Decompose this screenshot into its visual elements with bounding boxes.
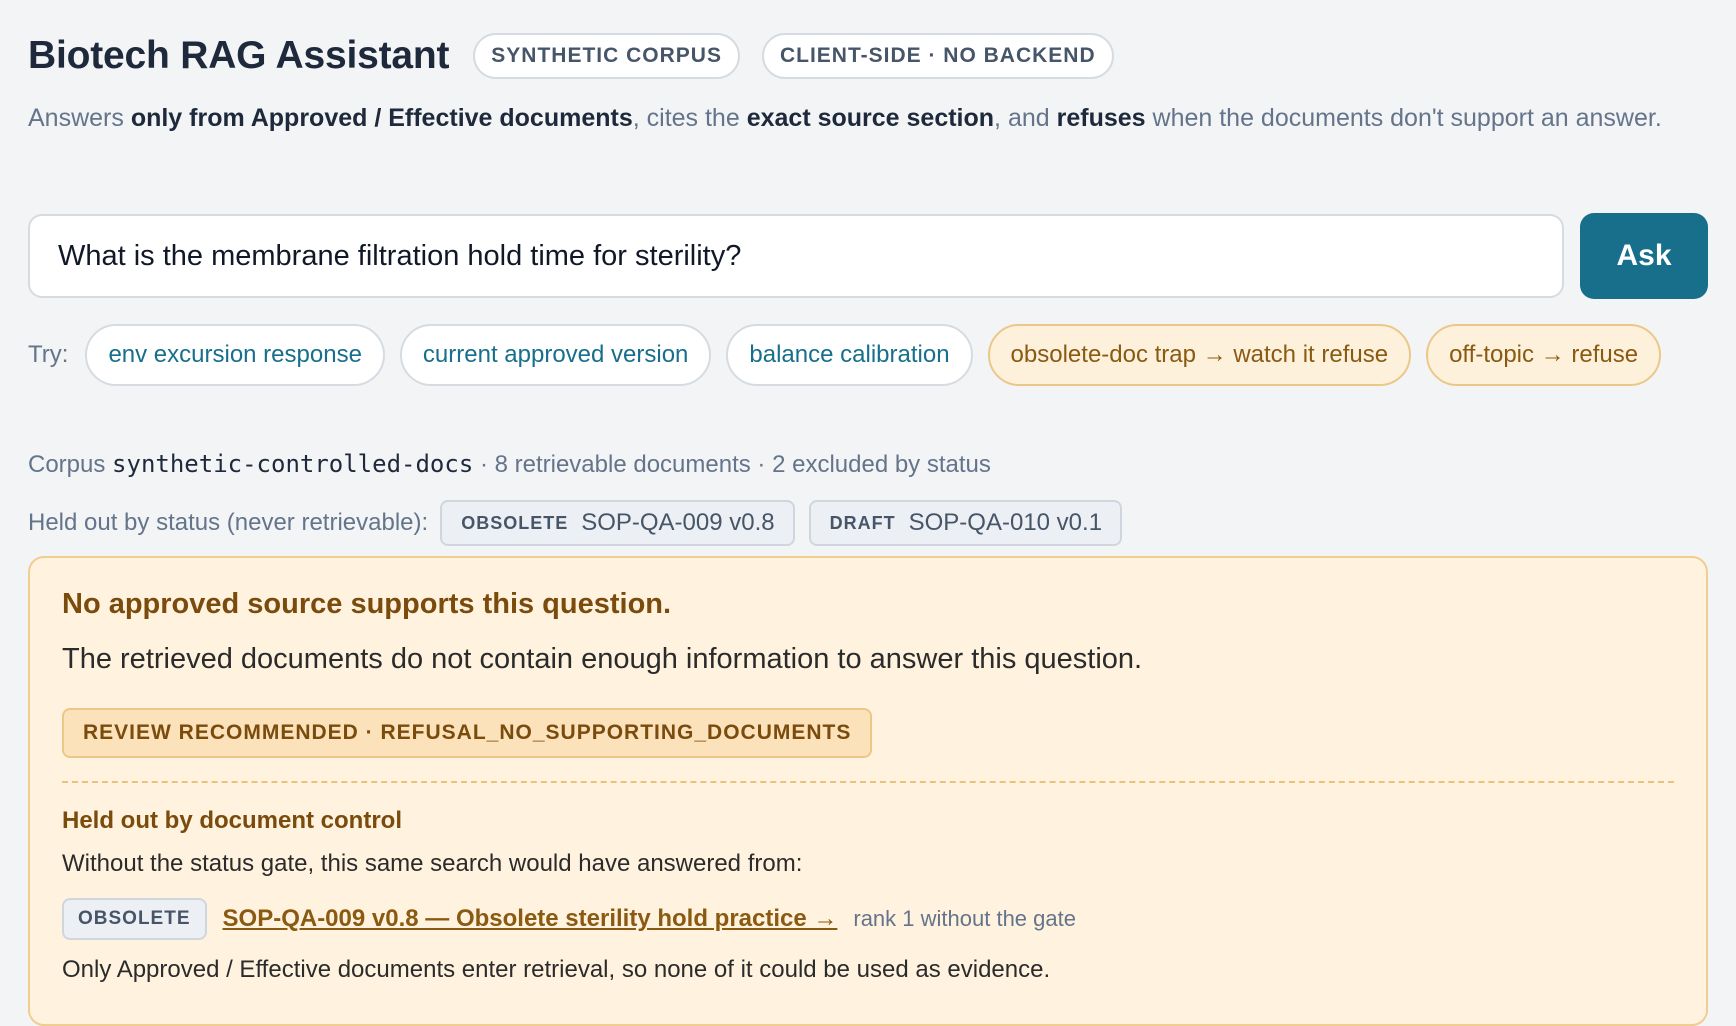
suggestion-chip-balance-calibration[interactable]: balance calibration [726,324,973,386]
held-out-status-row: Held out by status (never retrievable): … [28,500,1136,546]
ask-button[interactable]: Ask [1580,213,1708,299]
held-out-doc-chip: DRAFT SOP-QA-010 v0.1 [808,500,1123,546]
suggestion-row: Try: env excursion response current appr… [28,324,1662,386]
page-subtitle: Answers only from Approved / Effective d… [28,98,1708,138]
status-badge: OBSOLETE [62,898,207,940]
divider [62,781,1674,783]
corpus-info: Corpus synthetic-controlled-docs · 8 ret… [28,450,991,479]
title-row: Biotech RAG Assistant SYNTHETIC CORPUS C… [28,30,1708,82]
held-out-intro: Without the status gate, this same searc… [62,850,803,877]
page-title: Biotech RAG Assistant [28,34,450,77]
doc-id: SOP-QA-009 v0.8 [581,509,775,536]
try-label: Try: [28,341,69,368]
client-side-tag: CLIENT-SIDE · NO BACKEND [761,33,1114,79]
subtitle-text: , cites the [632,104,747,132]
retrieval-note: Only Approved / Effective documents ente… [62,956,1051,983]
suggestion-chip-obsolete-trap[interactable]: obsolete-doc trap → watch it refuse [987,324,1412,386]
subtitle-emphasis: refuses [1056,104,1146,132]
subtitle-emphasis: only from Approved / Effective documents [130,104,633,132]
status-badge: OBSOLETE [461,512,569,533]
subtitle-text: when the documents don't support an answ… [1145,104,1662,132]
held-out-label: Held out by status (never retrievable): [28,509,429,536]
refusal-answer-card: No approved source supports this questio… [28,556,1708,1026]
source-rank: rank 1 without the gate [853,906,1076,931]
held-out-source-row: OBSOLETE SOP-QA-009 v0.8 — Obsolete ster… [62,898,1076,940]
review-badge: REVIEW RECOMMENDED · REFUSAL_NO_SUPPORTI… [62,708,873,758]
corpus-stats: · 8 retrievable documents · 2 excluded b… [473,451,991,478]
question-input[interactable] [28,214,1564,298]
suggestion-chip-env-excursion[interactable]: env excursion response [85,324,385,386]
corpus-name: synthetic-controlled-docs [112,450,474,478]
held-out-heading: Held out by document control [62,807,402,834]
suggestion-chip-off-topic[interactable]: off-topic → refuse [1426,324,1662,386]
source-doc-link[interactable]: SOP-QA-009 v0.8 — Obsolete sterility hol… [223,905,838,933]
held-out-doc-chip: OBSOLETE SOP-QA-009 v0.8 [440,500,795,546]
subtitle-emphasis: exact source section [746,104,995,132]
refusal-message: The retrieved documents do not contain e… [62,643,1143,675]
subtitle-text: , and [994,104,1057,132]
search-row: Ask [28,213,1708,300]
app-root: Biotech RAG Assistant SYNTHETIC CORPUS C… [28,30,1708,1026]
doc-id: SOP-QA-010 v0.1 [908,509,1103,536]
subtitle-text: Answers [28,104,131,132]
status-badge: DRAFT [829,512,896,533]
synthetic-corpus-tag: SYNTHETIC CORPUS [473,33,740,79]
corpus-prefix: Corpus [28,451,113,478]
refusal-heading: No approved source supports this questio… [62,588,672,620]
suggestion-chip-current-version[interactable]: current approved version [399,324,712,386]
